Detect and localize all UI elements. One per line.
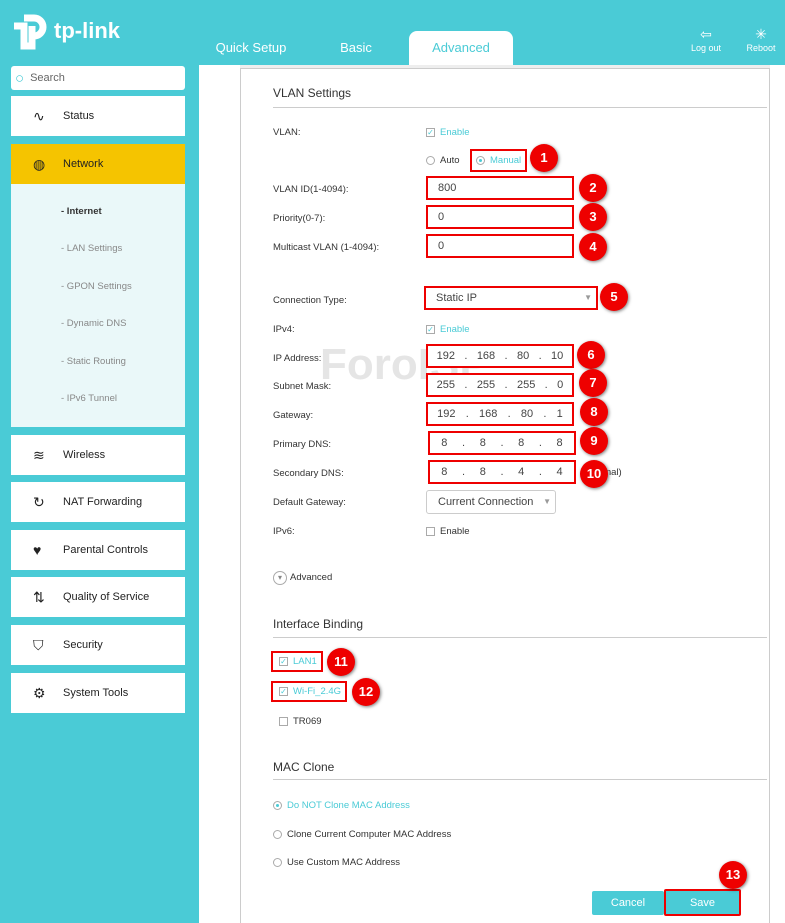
priority-input[interactable]: 0 xyxy=(426,205,574,229)
gateway-input[interactable]: 192. 168. 80. 1 xyxy=(426,402,574,426)
heart-icon: ♥ xyxy=(33,542,42,558)
logout-icon: ⇦ xyxy=(700,26,712,42)
mac-no-clone-radio[interactable]: Do NOT Clone MAC Address xyxy=(273,800,410,811)
arrows-icon: ⇅ xyxy=(33,588,45,605)
ipv6-enable-checkbox[interactable]: Enable xyxy=(426,526,470,537)
refresh-icon: ↻ xyxy=(33,493,45,510)
submenu-ipv6-tunnel[interactable]: - IPv6 Tunnel xyxy=(61,393,117,404)
annotation-badge: 9 xyxy=(580,427,608,455)
sidebar-item-status[interactable]: ∿ Status xyxy=(11,96,185,136)
primary-dns-label: Primary DNS: xyxy=(273,439,332,450)
tab-basic[interactable]: Basic xyxy=(304,31,408,65)
ip-address-input[interactable]: 192. 168. 80. 10 xyxy=(426,344,574,368)
tr069-checkbox[interactable]: TR069 xyxy=(279,716,322,727)
network-submenu: - Internet - LAN Settings - GPON Setting… xyxy=(11,184,185,427)
chevron-down-circle-icon: ▾ xyxy=(273,571,287,585)
tab-quick-setup[interactable]: Quick Setup xyxy=(199,31,303,65)
submenu-ddns[interactable]: - Dynamic DNS xyxy=(61,318,126,329)
default-gateway-select[interactable]: Current Connection ▼ xyxy=(426,490,556,514)
gateway-label: Gateway: xyxy=(273,410,314,421)
annotation-badge: 10 xyxy=(580,460,608,488)
ipv6-label: IPv6: xyxy=(273,526,295,537)
shield-icon: ⛉ xyxy=(33,636,44,653)
mac-custom-radio[interactable]: Use Custom MAC Address xyxy=(273,857,400,868)
lan1-checkbox[interactable]: ✓ LAN1 xyxy=(271,651,323,672)
annotation-badge: 3 xyxy=(579,203,607,231)
globe-icon: ◍ xyxy=(33,155,46,172)
vlan-enable-checkbox[interactable]: ✓ Enable xyxy=(426,127,470,138)
vlan-manual-radio[interactable]: Manual xyxy=(470,149,528,172)
annotation-badge: 13 xyxy=(719,861,747,889)
mac-clone-computer-radio[interactable]: Clone Current Computer MAC Address xyxy=(273,829,451,840)
table-edge xyxy=(240,65,770,69)
sidebar-item-qos[interactable]: ⇅ Quality of Service xyxy=(11,577,185,617)
sidebar-item-wireless[interactable]: ≋ Wireless xyxy=(11,435,185,475)
default-gateway-label: Default Gateway: xyxy=(273,497,346,508)
connection-type-label: Connection Type: xyxy=(273,295,347,306)
annotation-badge: 8 xyxy=(580,398,608,426)
wifi-icon: ≋ xyxy=(33,446,45,463)
cancel-button[interactable]: Cancel xyxy=(592,891,664,915)
connection-type-select[interactable]: Static IP ▼ xyxy=(424,286,598,310)
submenu-gpon[interactable]: - GPON Settings xyxy=(61,281,132,292)
wifi-2g-checkbox[interactable]: ✓ Wi-Fi_2.4G xyxy=(271,681,348,702)
reboot-button[interactable]: ✳ Reboot xyxy=(741,26,781,53)
annotation-badge: 11 xyxy=(327,648,355,676)
annotation-badge: 5 xyxy=(600,283,628,311)
reboot-icon: ✳ xyxy=(755,26,767,42)
multicast-label: Multicast VLAN (1-4094): xyxy=(273,242,380,253)
ipv4-label: IPv4: xyxy=(273,324,295,335)
tp-link-logo: tp-link xyxy=(10,12,120,50)
vlan-title: VLAN Settings xyxy=(273,86,352,100)
divider xyxy=(273,779,767,780)
divider xyxy=(273,637,767,638)
mac-clone-title: MAC Clone xyxy=(273,760,335,774)
annotation-badge: 7 xyxy=(579,369,607,397)
save-button[interactable]: Save xyxy=(664,889,741,916)
subnet-mask-input[interactable]: 255. 255. 255. 0 xyxy=(426,373,574,397)
vlan-auto-radio[interactable]: Auto xyxy=(426,155,460,166)
sidebar-item-security[interactable]: ⛉ Security xyxy=(11,625,185,665)
sidebar-item-parental[interactable]: ♥ Parental Controls xyxy=(11,530,185,570)
gear-icon: ⚙ xyxy=(33,684,46,701)
vlan-label: VLAN: xyxy=(273,127,301,138)
binding-title: Interface Binding xyxy=(273,617,364,631)
chevron-down-icon: ▼ xyxy=(543,497,551,506)
tab-advanced[interactable]: Advanced xyxy=(409,31,513,65)
subnet-mask-label: Subnet Mask: xyxy=(273,381,332,392)
vlan-id-input[interactable]: 800 xyxy=(426,176,574,200)
priority-label: Priority(0-7): xyxy=(273,213,326,224)
submenu-lan[interactable]: - LAN Settings xyxy=(61,243,122,254)
annotation-badge: 4 xyxy=(579,233,607,261)
pulse-icon: ∿ xyxy=(33,107,45,124)
annotation-badge: 12 xyxy=(352,678,380,706)
vlan-id-label: VLAN ID(1-4094): xyxy=(273,184,349,195)
search-icon: ○ xyxy=(15,69,25,87)
sidebar-item-nat[interactable]: ↻ NAT Forwarding xyxy=(11,482,185,522)
search-input[interactable]: ○ Search xyxy=(11,66,185,90)
submenu-internet[interactable]: - Internet xyxy=(61,206,102,217)
secondary-dns-input[interactable]: 8.8.4.4 xyxy=(428,460,576,484)
secondary-dns-label: Secondary DNS: xyxy=(273,468,344,479)
ipv4-enable-checkbox[interactable]: ✓ Enable xyxy=(426,324,470,335)
chevron-down-icon: ▼ xyxy=(584,293,592,302)
multicast-vlan-input[interactable]: 0 xyxy=(426,234,574,258)
annotation-badge: 2 xyxy=(579,174,607,202)
advanced-toggle[interactable]: ▾ Advanced xyxy=(273,571,332,585)
annotation-badge: 1 xyxy=(530,144,558,172)
divider xyxy=(273,107,767,108)
sidebar-item-network[interactable]: ◍ Network xyxy=(11,144,185,184)
submenu-routing[interactable]: - Static Routing xyxy=(61,356,126,367)
sidebar-item-system-tools[interactable]: ⚙ System Tools xyxy=(11,673,185,713)
ip-address-label: IP Address: xyxy=(273,353,322,364)
logout-button[interactable]: ⇦ Log out xyxy=(686,26,726,53)
annotation-badge: 6 xyxy=(577,341,605,369)
primary-dns-input[interactable]: 8.8.8.8 xyxy=(428,431,576,455)
